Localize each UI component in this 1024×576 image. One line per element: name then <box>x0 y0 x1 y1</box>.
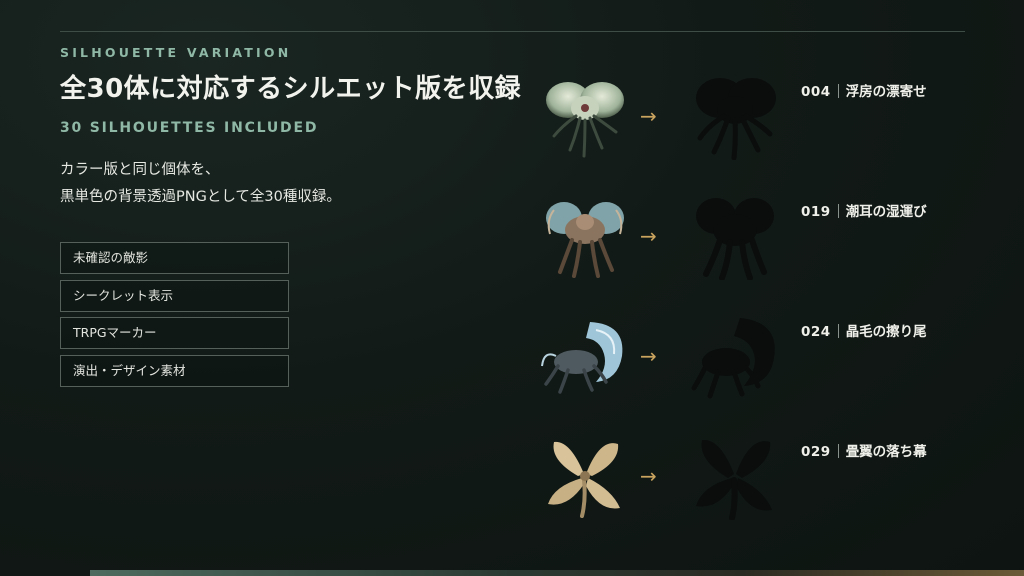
creature-name: 浮房の漂寄せ <box>845 84 927 100</box>
page-title: 全30体に対応するシルエット版を収録 <box>60 74 522 104</box>
tag-item: TRPGマーカー <box>60 317 289 349</box>
creature-number: 029 <box>801 444 831 460</box>
creature-row: → 019 潮耳の湿運び <box>540 190 980 280</box>
arrow-right-icon: → <box>640 464 657 488</box>
creature-label: 024 晶毛の擦り尾 <box>801 320 927 340</box>
creature-image <box>548 441 620 518</box>
bottom-accent-bar <box>90 570 1024 576</box>
silhouette-image <box>696 78 776 160</box>
creature-image <box>546 82 624 158</box>
section-eyebrow: SILHOUETTE VARIATION <box>60 45 292 60</box>
creature-row: → 024 晶毛の擦り尾 <box>540 310 980 400</box>
label-separator <box>837 84 839 98</box>
creature-name: 潮耳の湿運び <box>845 204 927 220</box>
creature-name: 晶毛の擦り尾 <box>845 324 927 340</box>
creature-label: 029 畳翼の落ち幕 <box>801 440 927 460</box>
arrow-right-icon: → <box>640 344 657 368</box>
arrow-right-icon: → <box>640 104 657 128</box>
creature-image <box>541 322 623 394</box>
creature-number: 004 <box>801 84 831 100</box>
creature-image <box>546 202 624 278</box>
arrow-right-icon: → <box>640 224 657 248</box>
tag-item: シークレット表示 <box>60 279 289 312</box>
description: カラー版と同じ個体を、 黒単色の背景透過PNGとして全30種収録。 <box>60 157 341 211</box>
creature-number: 019 <box>801 204 831 220</box>
creature-row: → 004 浮房の漂寄せ <box>540 70 980 160</box>
label-separator <box>837 324 839 338</box>
tag-item: 演出・デザイン素材 <box>60 354 289 387</box>
description-line-1: カラー版と同じ個体を、 <box>60 162 220 178</box>
creature-row: → 029 畳翼の落ち幕 <box>540 430 980 520</box>
creature-label: 019 潮耳の湿運び <box>801 200 927 220</box>
creature-number: 024 <box>801 324 831 340</box>
silhouette-image <box>691 318 775 399</box>
label-separator <box>837 444 839 458</box>
tag-list: 未確認の敵影 シークレット表示 TRPGマーカー 演出・デザイン素材 <box>60 242 290 392</box>
label-separator <box>837 204 839 218</box>
silhouette-image <box>696 439 772 520</box>
creature-name: 畳翼の落ち幕 <box>845 444 927 460</box>
section-subtitle: 30 SILHOUETTES INCLUDED <box>60 120 319 136</box>
silhouette-image <box>696 198 774 280</box>
top-divider <box>60 31 965 32</box>
description-line-2: 黒単色の背景透過PNGとして全30種収録。 <box>60 189 341 205</box>
creature-label: 004 浮房の漂寄せ <box>801 80 927 100</box>
tag-item: 未確認の敵影 <box>60 242 289 274</box>
